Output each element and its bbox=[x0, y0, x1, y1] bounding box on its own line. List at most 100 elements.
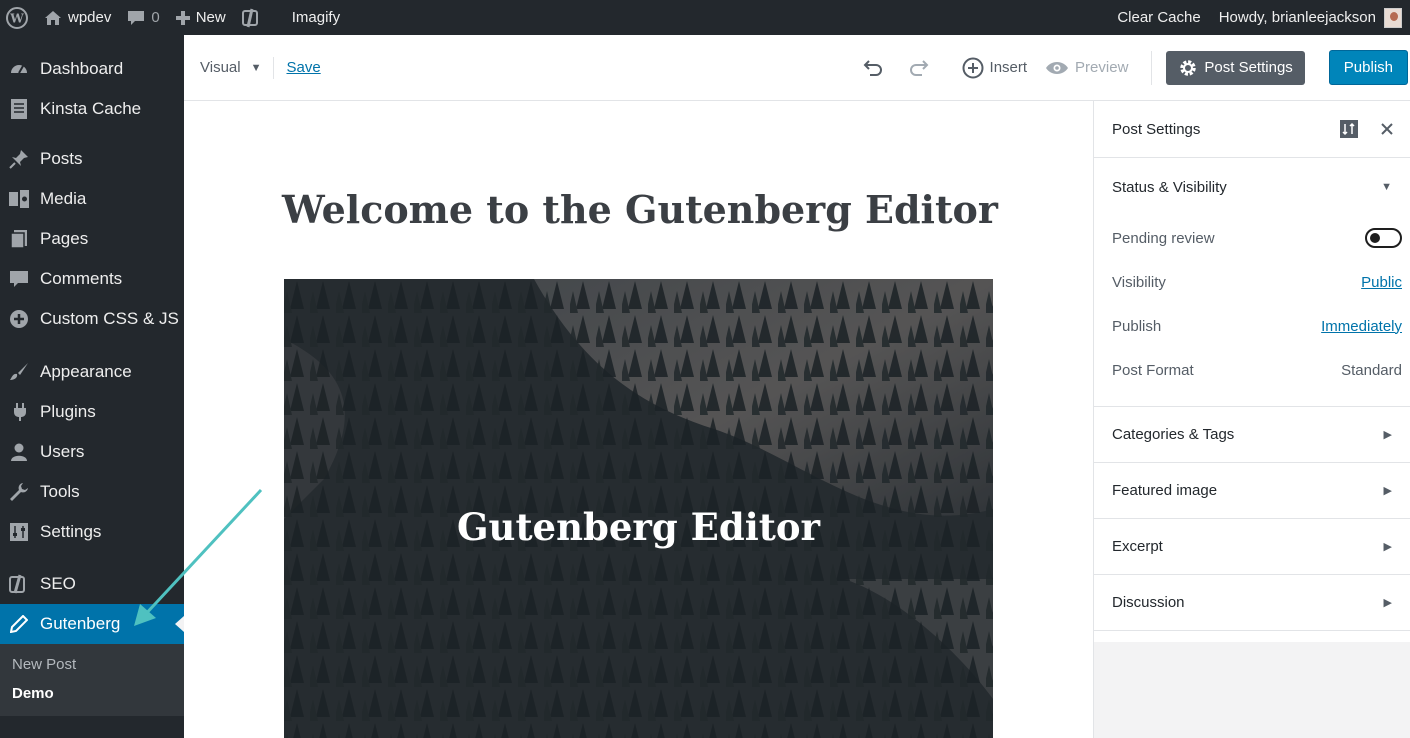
publish-label: Publish bbox=[1343, 59, 1393, 76]
editor-mode-dropdown[interactable]: Visual ▼ bbox=[200, 59, 261, 76]
sidebar-item-label: Dashboard bbox=[40, 59, 124, 78]
sidebar-item-dashboard[interactable]: Dashboard bbox=[0, 49, 184, 89]
close-icon[interactable] bbox=[1380, 122, 1394, 136]
insert-button[interactable]: Insert bbox=[953, 57, 1037, 79]
comments-count: 0 bbox=[151, 9, 160, 26]
post-title[interactable]: Welcome to the Gutenberg Editor bbox=[282, 187, 998, 232]
sidebar-item-custom-css-js[interactable]: Custom CSS & JS bbox=[0, 299, 184, 339]
post-settings-button[interactable]: Post Settings bbox=[1166, 50, 1305, 85]
plus-circle-icon bbox=[962, 57, 984, 78]
sidebar-item-label: Gutenberg bbox=[40, 614, 121, 633]
sliders-icon bbox=[8, 521, 30, 543]
clear-cache-label: Clear Cache bbox=[1117, 9, 1201, 26]
save-draft-link[interactable]: Save bbox=[286, 59, 320, 76]
pending-review-label: Pending review bbox=[1112, 229, 1215, 247]
yoast-icon bbox=[241, 8, 262, 28]
home-icon bbox=[44, 10, 62, 26]
sidebar-item-comments[interactable]: Comments bbox=[0, 259, 184, 299]
plus-icon bbox=[175, 10, 190, 25]
status-visibility-toggle[interactable]: Status & Visibility ▼ bbox=[1094, 158, 1410, 216]
preview-button[interactable]: Preview bbox=[1036, 59, 1137, 76]
insert-label: Insert bbox=[989, 59, 1028, 76]
publish-button[interactable]: Publish bbox=[1328, 50, 1408, 85]
imagify-link[interactable]: Imagify bbox=[276, 0, 348, 35]
plug-icon bbox=[8, 401, 30, 423]
toggle-sidebar-icon[interactable] bbox=[1340, 120, 1358, 138]
panel-section-categories-tags[interactable]: Categories & Tags ▶ bbox=[1094, 407, 1410, 463]
comment-icon bbox=[8, 268, 30, 290]
section-title: Categories & Tags bbox=[1112, 426, 1235, 443]
panel-section-featured-image[interactable]: Featured image ▶ bbox=[1094, 463, 1410, 519]
account-menu[interactable]: Howdy, brianleejackson bbox=[1211, 0, 1410, 35]
preview-label: Preview bbox=[1075, 59, 1129, 76]
post-settings-label: Post Settings bbox=[1204, 59, 1293, 76]
yoast-icon bbox=[8, 573, 30, 595]
submenu-item-demo[interactable]: Demo bbox=[0, 679, 184, 708]
cover-title[interactable]: Gutenberg Editor bbox=[284, 505, 993, 549]
visibility-link[interactable]: Public bbox=[1361, 274, 1402, 291]
panel-empty-area bbox=[1094, 642, 1410, 738]
post-format-row: Post Format Standard bbox=[1094, 348, 1410, 392]
publish-date-link[interactable]: Immediately bbox=[1321, 318, 1402, 335]
sidebar-item-pages[interactable]: Pages bbox=[0, 219, 184, 259]
sidebar-item-label: Tools bbox=[40, 482, 80, 501]
panel-title: Post Settings bbox=[1112, 120, 1201, 138]
publish-label: Publish bbox=[1112, 317, 1162, 335]
pending-review-toggle[interactable] bbox=[1365, 228, 1402, 248]
site-name-link[interactable]: wpdev bbox=[36, 0, 119, 35]
pending-review-row: Pending review bbox=[1094, 216, 1410, 260]
sidebar-item-users[interactable]: Users bbox=[0, 432, 184, 472]
section-title: Discussion bbox=[1112, 594, 1185, 611]
sidebar-item-label: SEO bbox=[40, 574, 76, 593]
panel-section-excerpt[interactable]: Excerpt ▶ bbox=[1094, 519, 1410, 575]
gear-icon bbox=[1180, 59, 1197, 76]
cover-image-block[interactable]: Gutenberg Editor bbox=[284, 279, 993, 738]
sidebar-item-posts[interactable]: Posts bbox=[0, 139, 184, 179]
sidebar-item-label: Users bbox=[40, 442, 85, 461]
cache-icon bbox=[8, 98, 30, 120]
new-content-link[interactable]: New bbox=[168, 0, 234, 35]
section-title: Excerpt bbox=[1112, 538, 1163, 555]
pages-icon bbox=[8, 228, 30, 250]
panel-header: Post Settings bbox=[1094, 101, 1410, 158]
wordpress-logo-icon[interactable]: W bbox=[0, 0, 36, 35]
sidebar-item-label: Pages bbox=[40, 229, 89, 248]
redo-icon bbox=[909, 59, 928, 76]
yoast-menu[interactable] bbox=[234, 0, 276, 35]
redo-button[interactable] bbox=[899, 58, 945, 78]
sidebar-item-label: Settings bbox=[40, 522, 102, 541]
comments-link[interactable]: 0 bbox=[119, 0, 167, 35]
sidebar-item-kinsta-cache[interactable]: Kinsta Cache bbox=[0, 89, 184, 129]
site-name: wpdev bbox=[68, 9, 112, 26]
sidebar-item-label: Comments bbox=[40, 269, 123, 288]
comment-icon bbox=[127, 10, 145, 26]
sidebar-item-label: Media bbox=[40, 189, 87, 208]
toolbar-divider bbox=[1151, 50, 1153, 85]
media-icon bbox=[8, 188, 30, 210]
sidebar-item-label: Plugins bbox=[40, 402, 96, 421]
sidebar-item-label: Kinsta Cache bbox=[40, 99, 142, 118]
clear-cache-link[interactable]: Clear Cache bbox=[1109, 0, 1210, 35]
new-label: New bbox=[195, 9, 226, 26]
panel-section-discussion[interactable]: Discussion ▶ bbox=[1094, 575, 1410, 631]
visibility-label: Visibility bbox=[1112, 273, 1166, 291]
sidebar-item-media[interactable]: Media bbox=[0, 179, 184, 219]
sidebar-item-label: Custom CSS & JS bbox=[40, 309, 179, 328]
admin-sidebar: Dashboard Kinsta Cache Posts Media Pages… bbox=[0, 35, 184, 738]
chevron-right-icon: ▶ bbox=[1383, 541, 1392, 553]
sidebar-item-appearance[interactable]: Appearance bbox=[0, 352, 184, 392]
editor-canvas: Welcome to the Gutenberg Editor Gutenber… bbox=[184, 101, 1093, 738]
chevron-right-icon: ▶ bbox=[1383, 429, 1392, 441]
status-visibility-section: Status & Visibility ▼ Pending review Vis… bbox=[1094, 158, 1410, 407]
chevron-down-icon: ▼ bbox=[250, 61, 262, 74]
submenu-item-new-post[interactable]: New Post bbox=[0, 650, 184, 679]
imagify-label: Imagify bbox=[291, 9, 341, 26]
post-settings-panel: Post Settings Status & Visibility ▼ Pend… bbox=[1093, 101, 1410, 738]
publish-row: Publish Immediately bbox=[1094, 304, 1410, 348]
undo-button[interactable] bbox=[853, 58, 899, 78]
dashboard-icon bbox=[8, 58, 30, 80]
sidebar-item-plugins[interactable]: Plugins bbox=[0, 392, 184, 432]
post-format-value[interactable]: Standard bbox=[1341, 362, 1402, 379]
howdy-label: Howdy, brianleejackson bbox=[1218, 9, 1376, 26]
svg-text:W: W bbox=[9, 11, 24, 25]
